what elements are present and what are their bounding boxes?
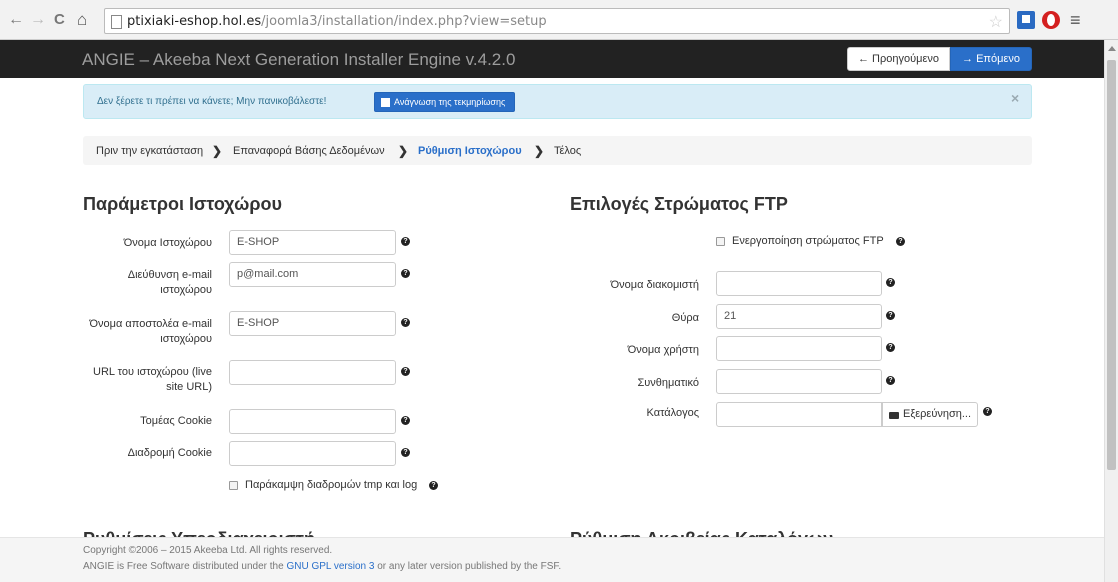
browse-label: Εξερεύνηση... [903,408,972,420]
enable-ftp-checkbox[interactable] [716,237,725,246]
chevron-right-icon: ❯ [398,144,409,158]
breadcrumb-item-site-setup: Ρύθμιση Ιστοχώρου [418,145,522,157]
footer: Copyright ©2006 – 2015 Akeeba Ltd. All r… [0,537,1104,582]
ftp-user-input[interactable] [716,336,882,361]
info-alert: Δεν ξέρετε τι πρέπει να κάνετε; Μην πανι… [83,84,1032,119]
read-docs-label: Ανάγνωση της τεκμηρίωσης [394,97,506,107]
help-icon[interactable]: ? [401,269,410,278]
bookmark-star-icon[interactable]: ☆ [989,12,1003,32]
ftp-password-label: Συνθηματικό [637,377,699,389]
help-icon[interactable]: ? [401,237,410,246]
help-icon[interactable]: ? [886,278,895,287]
scrollbar-thumb[interactable] [1107,60,1116,470]
enable-ftp-label: Ενεργοποίηση στρώματος FTP [732,235,884,247]
help-icon[interactable]: ? [983,407,992,416]
close-icon[interactable]: × [1011,90,1019,106]
help-icon[interactable]: ? [429,481,438,490]
ftp-port-label: Θύρα [671,312,699,324]
url-text: ptixiaki-eshop.hol.es/joomla3/installati… [127,14,547,29]
breadcrumb: Πριν την εγκατάσταση ❯ Επαναφορά Βάσης Δ… [83,136,1032,165]
site-params-heading: Παράμετροι Ιστοχώρου [83,194,282,214]
ftp-password-input[interactable] [716,369,882,394]
ftp-directory-label: Κατάλογος [646,407,699,419]
breadcrumb-item-pre-install: Πριν την εγκατάσταση [96,145,204,157]
help-icon[interactable]: ? [401,448,410,457]
browse-button[interactable]: Εξερεύνηση... [882,402,978,427]
help-icon[interactable]: ? [886,311,895,320]
cookie-path-label: Διαδρομή Cookie [127,447,212,459]
browser-menu-icon[interactable]: ≡ [1070,10,1081,31]
back-icon[interactable]: ← [8,12,24,28]
folder-open-icon [889,412,899,419]
live-site-url-label: URL του ιστοχώρου (live site URL) [93,366,212,393]
browser-toolbar: ← → C ⌂ ptixiaki-eshop.hol.es/joomla3/in… [0,0,1118,40]
site-name-label: Όνομα Ιστοχώρου [123,237,212,249]
cookie-path-input[interactable] [229,441,396,466]
mail-from-name-input[interactable]: E-SHOP [229,311,396,336]
ftp-directory-input[interactable] [716,402,882,427]
book-icon [381,98,390,107]
scroll-up-arrow-icon[interactable] [1108,46,1116,51]
next-button[interactable]: → Επόμενο [950,47,1032,71]
help-icon[interactable]: ? [886,376,895,385]
previous-button[interactable]: ← Προηγούμενο [847,47,950,71]
read-docs-button[interactable]: Ανάγνωση της τεκμηρίωσης [374,92,515,112]
bypass-paths-label: Παράκαμψη διαδρομών tmp και log [245,479,418,491]
alert-text: Δεν ξέρετε τι πρέπει να κάνετε; Μην πανι… [97,96,327,107]
scrollbar[interactable] [1104,40,1118,582]
gpl-link[interactable]: GNU GPL version 3 [286,561,374,572]
app-title: ANGIE – Akeeba Next Generation Installer… [82,50,516,69]
live-site-url-input[interactable] [229,360,396,385]
mail-from-name-label: Όνομα αποστολέα e-mail ιστοχώρου [89,318,212,345]
help-icon[interactable]: ? [401,318,410,327]
help-icon[interactable]: ? [886,343,895,352]
super-user-heading: Ρυθμίσεις Υπερδιαχειριστή [83,525,315,537]
ftp-host-input[interactable] [716,271,882,296]
ftp-host-label: Όνομα διακομιστή [610,279,699,291]
help-icon[interactable]: ? [401,367,410,376]
chevron-right-icon: ❯ [534,144,545,158]
ftp-port-input[interactable]: 21 [716,304,882,329]
license-text: ANGIE is Free Software distributed under… [83,561,562,572]
address-bar[interactable]: ptixiaki-eshop.hol.es/joomla3/installati… [104,8,1010,34]
ftp-user-label: Όνομα χρήστη [627,344,699,356]
fine-tuning-heading: Ρύθμιση Ακριβείας Καταλόγων [570,525,833,537]
cookie-domain-label: Τομέας Cookie [140,415,212,427]
copyright-text: Copyright ©2006 – 2015 Akeeba Ltd. All r… [83,545,333,556]
help-icon[interactable]: ? [401,416,410,425]
ftp-options-heading: Επιλογές Στρώματος FTP [570,194,788,214]
breadcrumb-item-database: Επαναφορά Βάσης Δεδομένων [233,145,385,157]
extension-icon[interactable] [1017,11,1035,29]
page-icon [111,15,122,29]
reload-icon[interactable]: C [54,12,65,28]
site-email-input[interactable]: p@mail.com [229,262,396,287]
help-icon[interactable]: ? [896,237,905,246]
cookie-domain-input[interactable] [229,409,396,434]
opera-extension-icon[interactable] [1042,11,1060,29]
home-icon[interactable]: ⌂ [77,11,87,28]
forward-icon[interactable]: → [30,12,46,28]
site-email-label: Διεύθυνση e-mail ιστοχώρου [127,269,212,296]
app-navbar: ANGIE – Akeeba Next Generation Installer… [0,40,1104,78]
bypass-paths-checkbox[interactable] [229,481,238,490]
chevron-right-icon: ❯ [212,144,223,158]
breadcrumb-item-finish: Τέλος [554,145,582,157]
site-name-input[interactable]: E-SHOP [229,230,396,255]
